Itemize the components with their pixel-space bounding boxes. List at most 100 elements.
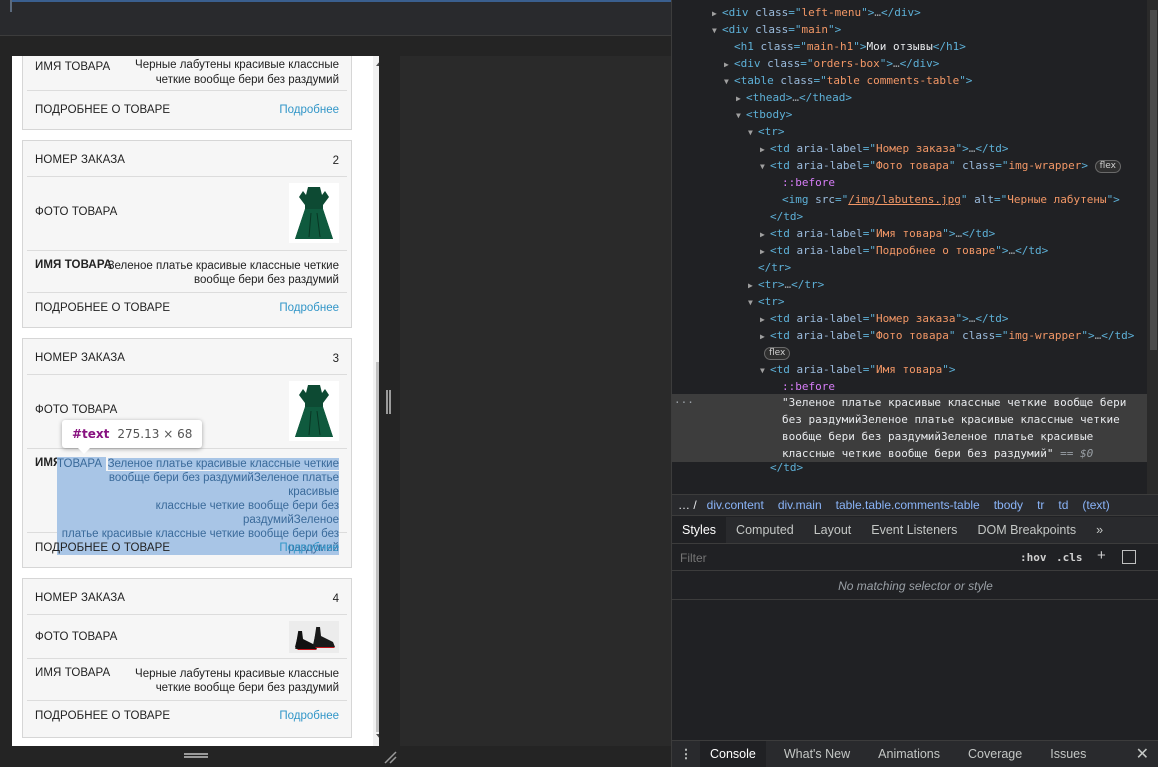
viewport-height-resize-handle[interactable] bbox=[184, 753, 208, 758]
dom-node-td-details[interactable]: ▶ <td aria-label="Подробнее о товаре">…</… bbox=[672, 242, 1147, 259]
styles-filter-bar: :hov .cls + bbox=[672, 545, 1158, 571]
expand-triangle-icon[interactable]: ▶ bbox=[760, 226, 770, 243]
dom-node-td-close[interactable]: </td> bbox=[672, 208, 1147, 225]
drawer-tab-coverage[interactable]: Coverage bbox=[958, 741, 1032, 767]
expand-triangle-icon[interactable]: ▶ bbox=[712, 5, 722, 22]
collapse-triangle-icon[interactable]: ▼ bbox=[748, 294, 758, 311]
collapse-triangle-icon[interactable]: ▼ bbox=[748, 124, 758, 141]
toolbar-ruler-line bbox=[12, 0, 671, 2]
label-details: ПОДРОБНЕЕ О ТОВАРЕ bbox=[35, 542, 171, 554]
more-tabs-chevron-icon[interactable]: » bbox=[1086, 517, 1113, 543]
breadcrumb-div-main[interactable]: div.main bbox=[778, 498, 822, 512]
dom-node-thead[interactable]: ▶ <thead>…</thead> bbox=[672, 89, 1147, 106]
close-drawer-icon[interactable]: ✕ bbox=[1136, 744, 1149, 764]
collapse-triangle-icon[interactable]: ▼ bbox=[760, 158, 770, 175]
dom-node-flex-badge-line[interactable]: flex bbox=[672, 344, 1147, 361]
collapse-triangle-icon[interactable]: ▼ bbox=[712, 22, 722, 39]
dom-node-before[interactable]: ::before bbox=[672, 174, 1147, 191]
details-link[interactable]: Подробнее bbox=[279, 710, 339, 722]
value-product-name-line2: четкие вообще бери без раздумий bbox=[155, 682, 339, 694]
tooltip-caret bbox=[78, 448, 90, 454]
expand-triangle-icon[interactable]: ▶ bbox=[736, 90, 746, 107]
dom-node-td-close-2[interactable]: </td> bbox=[672, 459, 1147, 476]
details-link[interactable]: Подробнее bbox=[279, 104, 339, 116]
viewport-corner-resize-icon[interactable] bbox=[383, 750, 397, 764]
drawer-tab-console[interactable]: Console bbox=[700, 741, 766, 767]
dom-node-td-name[interactable]: ▶ <td aria-label="Имя товара">…</td> bbox=[672, 225, 1147, 242]
expand-triangle-icon[interactable]: ▶ bbox=[760, 311, 770, 328]
dom-node-td-photo[interactable]: ▼ <td aria-label="Фото товара" class="img… bbox=[672, 157, 1147, 174]
viewport-width-resize-handle[interactable] bbox=[386, 390, 391, 414]
cls-toggle-button[interactable]: .cls bbox=[1056, 551, 1083, 564]
value-order-number: 2 bbox=[332, 155, 339, 167]
tooltip-node-type: #text bbox=[72, 427, 110, 441]
expand-triangle-icon[interactable]: ▶ bbox=[724, 56, 734, 73]
no-matching-style-message: No matching selector or style bbox=[672, 572, 1158, 600]
breadcrumb-table[interactable]: table.table.comments-table bbox=[836, 498, 980, 512]
breadcrumb-tr[interactable]: tr bbox=[1037, 498, 1044, 512]
breadcrumb-overflow[interactable]: … / bbox=[678, 498, 697, 512]
dom-node-td-photo-2[interactable]: ▶ <td aria-label="Фото товара" class="img… bbox=[672, 327, 1147, 344]
more-dots-icon[interactable]: ··· bbox=[674, 394, 694, 411]
dom-node-tr-close[interactable]: </tr> bbox=[672, 259, 1147, 276]
drawer-menu-kebab-icon[interactable]: ⋮ bbox=[672, 741, 700, 767]
flex-badge[interactable]: flex bbox=[1094, 159, 1121, 173]
dom-node-img[interactable]: <img src="/img/labutens.jpg" alt="Черные… bbox=[672, 191, 1147, 208]
dom-node-td-order[interactable]: ▶ <td aria-label="Номер заказа">…</td> bbox=[672, 140, 1147, 157]
tab-styles[interactable]: Styles bbox=[672, 517, 727, 543]
row-product-name: ИМЯ ТОВАРА Черные лабутены красивые клас… bbox=[27, 56, 347, 91]
dom-breadcrumb: … / div.content div.main table.table.com… bbox=[672, 494, 1158, 516]
dom-node-orders-box[interactable]: ▶ <div class="orders-box">…</div> bbox=[672, 55, 1147, 72]
row-product-name: ИМЯ ТОВАРА Зеленое платье красивые класс… bbox=[27, 251, 347, 293]
elements-scrollbar[interactable] bbox=[1147, 0, 1158, 494]
label-order-number: НОМЕР ЗАКАЗА bbox=[35, 352, 126, 364]
value-product-name-line2: вообще бери без раздумий bbox=[194, 274, 339, 286]
expand-triangle-icon[interactable]: ▶ bbox=[748, 277, 758, 294]
page-scrollbar[interactable] bbox=[373, 56, 379, 746]
details-link[interactable]: Подробнее bbox=[279, 302, 339, 314]
collapse-triangle-icon[interactable]: ▼ bbox=[760, 362, 770, 379]
label-photo: ФОТО ТОВАРА bbox=[35, 631, 118, 643]
scroll-up-arrow-icon[interactable] bbox=[376, 61, 379, 66]
breadcrumb-td[interactable]: td bbox=[1058, 498, 1068, 512]
dom-node-tr-collapsed[interactable]: ▶ <tr>…</tr> bbox=[672, 276, 1147, 293]
new-style-rule-plus-icon[interactable]: + bbox=[1097, 547, 1106, 564]
elements-scrollbar-thumb[interactable] bbox=[1150, 10, 1157, 350]
dom-node-td-name-2[interactable]: ▼ <td aria-label="Имя товара"> bbox=[672, 361, 1147, 378]
scrollbar-thumb[interactable] bbox=[376, 362, 379, 732]
dom-node-td-order-2[interactable]: ▶ <td aria-label="Номер заказа">…</td> bbox=[672, 310, 1147, 327]
expand-triangle-icon[interactable]: ▶ bbox=[760, 328, 770, 345]
dom-node-tr-open[interactable]: ▼ <tr> bbox=[672, 293, 1147, 310]
expand-triangle-icon[interactable]: ▶ bbox=[760, 141, 770, 158]
page-frame[interactable]: ИМЯ ТОВАРА Черные лабутены красивые клас… bbox=[12, 56, 379, 746]
dom-node-left-menu[interactable]: ▶ <div class="left-menu">…</div> bbox=[672, 4, 1147, 21]
toggle-sidebar-icon[interactable] bbox=[1122, 550, 1136, 564]
tab-layout[interactable]: Layout bbox=[804, 517, 862, 543]
breadcrumb-text[interactable]: (text) bbox=[1082, 498, 1109, 512]
details-link[interactable]: Подробнее bbox=[279, 542, 339, 554]
dom-node-before-2[interactable]: ::before bbox=[672, 378, 1147, 395]
dom-node-h1[interactable]: <h1 class="main-h1">Мои отзывы</h1> bbox=[672, 38, 1147, 55]
drawer-tab-whats-new[interactable]: What's New bbox=[774, 741, 860, 767]
hov-toggle-button[interactable]: :hov bbox=[1020, 551, 1047, 564]
tab-event-listeners[interactable]: Event Listeners bbox=[861, 517, 967, 543]
collapse-triangle-icon[interactable]: ▼ bbox=[736, 107, 746, 124]
value-line-3: классные четкие вообще бери без раздумий… bbox=[57, 499, 339, 527]
dom-node-tbody[interactable]: ▼ <tbody> bbox=[672, 106, 1147, 123]
dom-node-table[interactable]: ▼ <table class="table comments-table"> bbox=[672, 72, 1147, 89]
tab-dom-breakpoints[interactable]: DOM Breakpoints bbox=[967, 517, 1086, 543]
dom-node-tr[interactable]: ▼ <tr> bbox=[672, 123, 1147, 140]
breadcrumb-tbody[interactable]: tbody bbox=[994, 498, 1023, 512]
scroll-down-arrow-icon[interactable] bbox=[376, 734, 379, 739]
value-product-name-line1: Черные лабутены красивые классные bbox=[135, 668, 339, 680]
dom-node-main[interactable]: ▼ <div class="main"> bbox=[672, 21, 1147, 38]
breadcrumb-div-content[interactable]: div.content bbox=[707, 498, 764, 512]
flex-badge[interactable]: flex bbox=[764, 346, 791, 360]
tab-computed[interactable]: Computed bbox=[726, 517, 804, 543]
expand-triangle-icon[interactable]: ▶ bbox=[760, 243, 770, 260]
drawer-tab-animations[interactable]: Animations bbox=[868, 741, 950, 767]
dom-node-text-selected[interactable]: ··· "Зеленое платье красивые классные че… bbox=[672, 394, 1147, 462]
drawer-tab-issues[interactable]: Issues bbox=[1040, 741, 1096, 767]
styles-filter-input[interactable] bbox=[674, 547, 1009, 569]
collapse-triangle-icon[interactable]: ▼ bbox=[724, 73, 734, 90]
